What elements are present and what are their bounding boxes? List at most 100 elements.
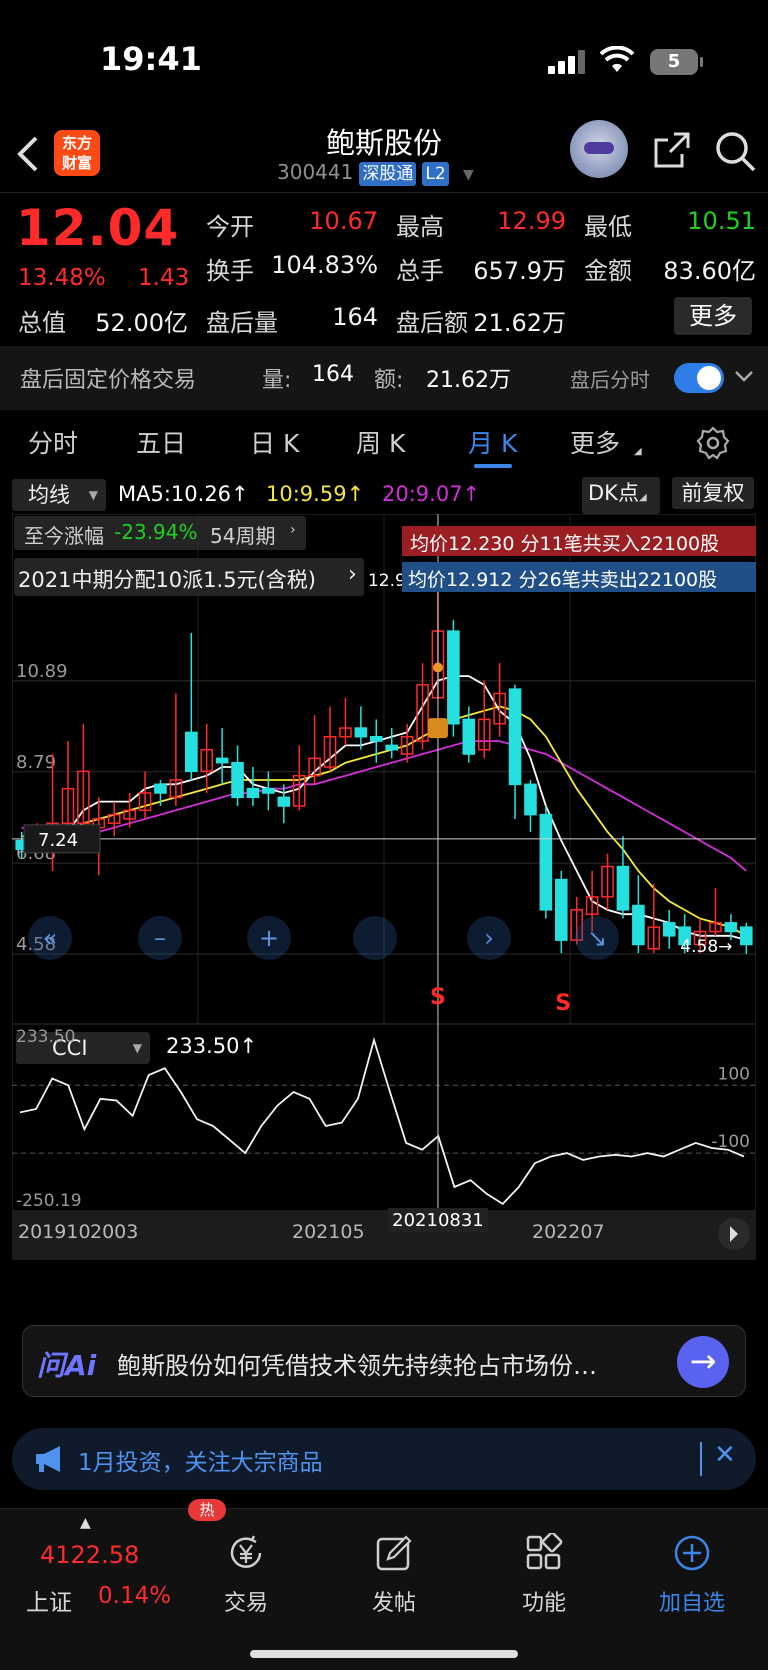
more-quote-button[interactable]: 更多 [674,297,752,335]
cci-chart[interactable]: 233.50100-100-250.19 201910 2003 202105 202… [12,1024,756,1260]
x-tick-label: 202105 [292,1221,365,1243]
candle-body [508,688,522,786]
robot-assistant-icon[interactable] [570,120,628,178]
adjust-button[interactable]: 前复权 [672,477,754,509]
ah-timeshare-toggle[interactable] [674,363,724,393]
candle [524,780,537,832]
candle-body [246,787,260,799]
x-tick-label: 202207 [532,1221,605,1243]
candle [508,684,522,819]
battery-icon: 5 [650,49,703,75]
candle-body [739,926,753,946]
cci-tick-label: -250.19 [16,1191,82,1211]
range-label: 至今涨幅 [24,524,104,548]
fullscreen-icon: ↘ [587,924,607,952]
grid-icon [526,1533,563,1570]
range-change-box[interactable]: 至今涨幅 -23.94% 54周期 › [14,516,306,550]
zoom-in-icon: + [259,924,279,952]
turnover-label: 换手 [206,257,254,285]
sell-marker: S [430,985,446,1010]
tab-monthly[interactable]: 月 K [468,424,517,460]
tab-weekly[interactable]: 周 K [356,424,405,460]
candle [138,771,152,819]
candle [416,663,429,750]
index-name[interactable]: 上证 [26,1583,72,1617]
ai-ask-bar[interactable]: 问Ai 鲍斯股份如何凭借技术领先持续抢占市场份… → [22,1325,746,1397]
crosshair-date: 20210831 [392,1210,484,1231]
add-circle-icon [674,1535,710,1571]
candle [200,723,214,793]
index-value[interactable]: 4122.58 [40,1541,139,1569]
candle [554,870,568,954]
candle [354,706,368,750]
last-price: 12.04 [16,199,180,257]
cci-tick-label: 100 [718,1064,750,1084]
sell-marker: S [555,991,571,1016]
candle [493,663,506,737]
gear-icon[interactable] [696,426,730,460]
ah-timeshare-label: 盘后分时 [570,368,650,392]
tab-more-caret-icon: ◢ [634,446,642,457]
candle [246,767,260,806]
candle [107,801,121,837]
double-left-icon: « [43,924,58,952]
crosshair-price: 7.24 [38,830,78,851]
tab-five-day[interactable]: 五日 [136,424,186,460]
share-icon[interactable] [652,130,692,170]
caret-down-icon[interactable]: ▼ [463,167,474,183]
min-price-label: 4.58→ [680,937,732,957]
candle [632,875,645,954]
next-icon: › [484,924,494,952]
index-change[interactable]: 0.14% [98,1583,171,1609]
candle [709,888,722,936]
turnover-value: 104.83% [271,251,378,279]
tab-daily[interactable]: 日 K [250,424,299,460]
candle [447,619,460,737]
dividend-note[interactable]: 2021中期分配10派1.5元(含税) › [14,558,364,596]
low-value: 10.51 [687,207,756,235]
search-icon[interactable] [714,130,756,172]
caret-up-icon: ▲ [80,1515,91,1531]
sell-trade-note: 均价12.912 分26笔共卖出22100股 [402,562,756,592]
ai-logo: 问Ai [37,1349,97,1382]
notice-banner[interactable]: 1月投资，关注大宗商品 ✕ [12,1428,756,1490]
candle [231,745,244,806]
range-period: 54周期 [210,524,276,548]
after-hours-bar: 盘后固定价格交易 量: 164 额: 21.62万 盘后分时 [0,346,768,410]
bottom-nav: ▲ 热 4122.58 上证 0.14% 交易 发帖 功能 加自选 [0,1499,768,1670]
ma5-value: MA5:10.26↑ [118,482,249,506]
tab-intraday[interactable]: 分时 [28,424,78,460]
connect-tag: 深股通 [359,162,417,186]
status-bar: 19:41 5 [0,0,768,120]
x-tick-label: 2003 [90,1221,138,1243]
candle-body [662,922,676,937]
crosshair-s-icon [353,916,397,960]
candle-body [277,796,291,807]
ma-select[interactable]: 均线 ▼ [12,479,106,511]
candle-body [215,757,229,764]
low-label: 最低 [584,213,632,241]
candle-body [632,904,645,946]
candle-body [724,922,738,933]
arrow-right-icon[interactable]: → [677,1336,729,1388]
candle-body [369,735,383,742]
ah-volume-label: 盘后量 [206,309,278,337]
level2-tag: L2 [422,162,449,186]
candle-body [231,761,244,799]
ah-amt-label: 额: [374,368,404,393]
change-percent: 13.48% [18,265,106,291]
notice-text: 1月投资，关注大宗商品 [78,1450,323,1476]
candle-body [447,630,460,725]
hot-badge: 热 [188,1499,226,1521]
tab-more[interactable]: 更多 [570,424,620,460]
y-tick-label: 10.89 [16,661,68,682]
chevron-right-icon: › [290,522,296,538]
dk-point-button[interactable]: DK点◢ [582,477,660,514]
close-icon[interactable]: ✕ [714,1440,736,1470]
candle [339,697,352,746]
amount-label: 金额 [584,257,632,285]
buy-trade-note: 均价12.230 分11笔共买入22100股 [402,526,756,556]
high-value: 12.99 [497,207,566,235]
chevron-down-icon[interactable] [734,370,754,384]
candle-body [262,787,275,794]
